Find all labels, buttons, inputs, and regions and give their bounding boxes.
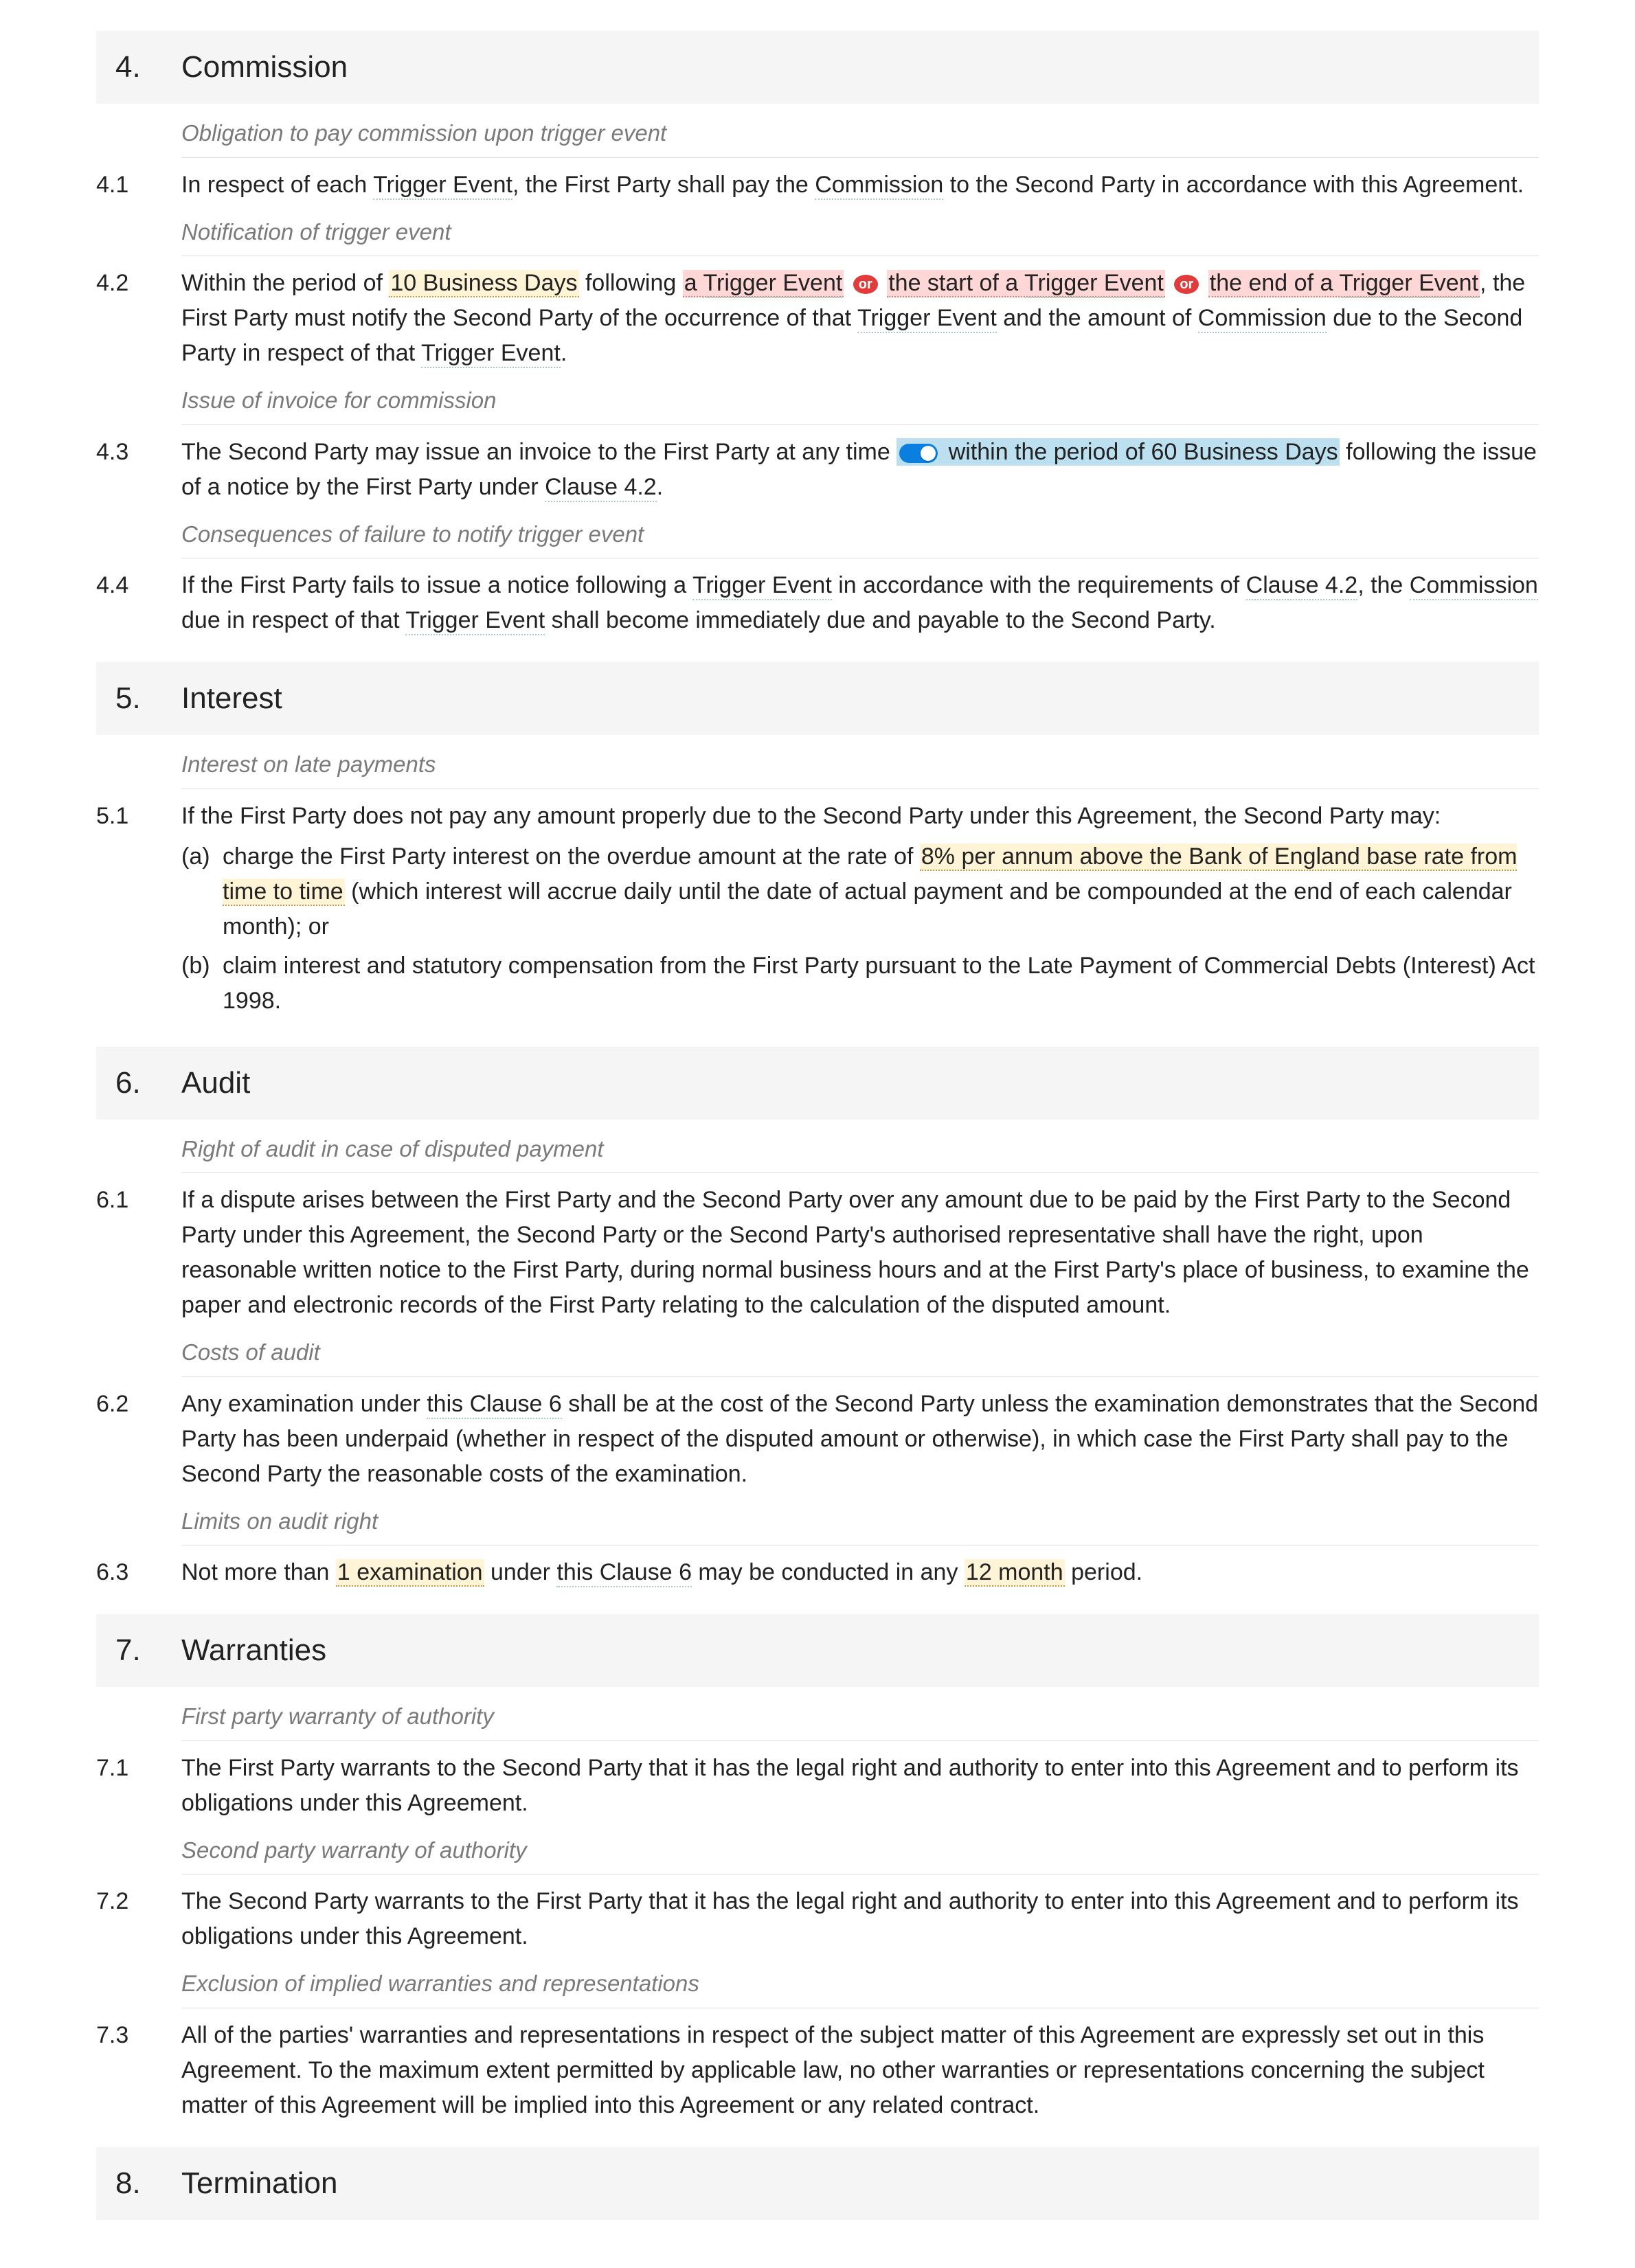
clause-7-2-text: The Second Party warrants to the First P… [181,1884,1539,1954]
alternative-a[interactable]: a Trigger Event [683,270,844,297]
clause-4-4-text: If the First Party fails to issue a noti… [181,568,1539,638]
subheading-7-a: First party warranty of authority [181,1699,1539,1741]
section-7-number: 7. [115,1628,181,1673]
clause-4-1-number: 4.1 [96,168,181,203]
clause-4-2: 4.2 Within the period of 10 Business Day… [96,266,1539,371]
clause-4-3: 4.3 The Second Party may issue an invoic… [96,435,1539,505]
clause-5-1-text: If the First Party does not pay any amou… [181,799,1539,1023]
clause-ref-6[interactable]: this Clause 6 [556,1559,692,1587]
clause-5-1: 5.1 If the First Party does not pay any … [96,799,1539,1023]
clause-7-2-number: 7.2 [96,1884,181,1954]
defined-term-trigger-event[interactable]: Trigger Event [692,572,832,600]
section-5-header: 5. Interest [96,662,1539,735]
section-7-title: Warranties [181,1628,326,1673]
clause-6-2: 6.2 Any examination under this Clause 6 … [96,1387,1539,1492]
clause-7-2: 7.2 The Second Party warrants to the Fir… [96,1884,1539,1954]
optional-toggle[interactable] [899,444,938,463]
defined-term-commission[interactable]: Commission [1410,572,1538,600]
or-badge-icon[interactable]: or [853,275,878,294]
subheading-6-a: Right of audit in case of disputed payme… [181,1132,1539,1174]
clause-ref-4-2[interactable]: Clause 4.2 [1246,572,1358,600]
defined-term-trigger-event[interactable]: Trigger Event [405,607,545,635]
subheading-4-c: Issue of invoice for commission [181,383,1539,425]
clause-5-1-a: (a) charge the First Party interest on t… [181,839,1539,944]
section-8-number: 8. [115,2161,181,2206]
defined-term-trigger-event[interactable]: Trigger Event [857,305,997,333]
optional-segment-60-days: within the period of 60 Business Days [897,438,1339,466]
clause-4-2-number: 4.2 [96,266,181,371]
clause-5-1-list: (a) charge the First Party interest on t… [181,839,1539,1019]
clause-4-4: 4.4 If the First Party fails to issue a … [96,568,1539,638]
variable-10-business-days[interactable]: 10 Business Days [389,270,578,297]
or-badge-icon[interactable]: or [1174,275,1199,294]
clause-6-2-number: 6.2 [96,1387,181,1492]
clause-7-1-number: 7.1 [96,1751,181,1821]
clause-4-3-text: The Second Party may issue an invoice to… [181,435,1539,505]
defined-term-trigger-event[interactable]: Trigger Event [421,340,561,368]
clause-ref-4-2[interactable]: Clause 4.2 [545,474,657,502]
section-4-header: 4. Commission [96,31,1539,104]
section-8-title: Termination [181,2161,337,2206]
section-8-header: 8. Termination [96,2147,1539,2220]
defined-term-trigger-event[interactable]: Trigger Event [373,172,512,200]
section-4-title: Commission [181,45,348,90]
clause-6-3-text: Not more than 1 examination under this C… [181,1555,1539,1590]
alternative-c[interactable]: the end of a Trigger Event [1208,270,1480,297]
clause-6-1: 6.1 If a dispute arises between the Firs… [96,1183,1539,1323]
clause-6-2-text: Any examination under this Clause 6 shal… [181,1387,1539,1492]
section-7-header: 7. Warranties [96,1614,1539,1687]
section-6-title: Audit [181,1061,250,1106]
section-5-title: Interest [181,676,282,721]
subheading-6-b: Costs of audit [181,1335,1539,1377]
subheading-4-d: Consequences of failure to notify trigge… [181,517,1539,559]
clause-5-1-number: 5.1 [96,799,181,1023]
clause-7-3-number: 7.3 [96,2018,181,2123]
clause-6-3-number: 6.3 [96,1555,181,1590]
subheading-4-b: Notification of trigger event [181,215,1539,257]
subheading-6-c: Limits on audit right [181,1504,1539,1546]
clause-6-3: 6.3 Not more than 1 examination under th… [96,1555,1539,1590]
clause-6-1-text: If a dispute arises between the First Pa… [181,1183,1539,1323]
clause-4-1-text: In respect of each Trigger Event, the Fi… [181,168,1539,203]
variable-12-month[interactable]: 12 month [965,1559,1065,1587]
defined-term-commission[interactable]: Commission [815,172,943,200]
clause-7-3-text: All of the parties' warranties and repre… [181,2018,1539,2123]
section-5-number: 5. [115,676,181,721]
clause-4-3-number: 4.3 [96,435,181,505]
variable-1-examination[interactable]: 1 examination [336,1559,484,1587]
clause-7-3: 7.3 All of the parties' warranties and r… [96,2018,1539,2123]
toggle-track [899,444,938,463]
clause-6-1-number: 6.1 [96,1183,181,1323]
clause-4-1: 4.1 In respect of each Trigger Event, th… [96,168,1539,203]
clause-7-1-text: The First Party warrants to the Second P… [181,1751,1539,1821]
clause-4-2-text: Within the period of 10 Business Days fo… [181,266,1539,371]
section-6-header: 6. Audit [96,1047,1539,1120]
subheading-7-c: Exclusion of implied warranties and repr… [181,1966,1539,2008]
alternative-b[interactable]: the start of a Trigger Event [887,270,1165,297]
clause-ref-6[interactable]: this Clause 6 [427,1391,562,1419]
clause-5-1-b: (b) claim interest and statutory compens… [181,949,1539,1019]
section-4-number: 4. [115,45,181,90]
clause-7-1: 7.1 The First Party warrants to the Seco… [96,1751,1539,1821]
defined-term-commission[interactable]: Commission [1198,305,1327,333]
subheading-4-a: Obligation to pay commission upon trigge… [181,116,1539,158]
subheading-5-a: Interest on late payments [181,747,1539,789]
section-6-number: 6. [115,1061,181,1106]
subheading-7-b: Second party warranty of authority [181,1833,1539,1875]
toggle-thumb [921,446,936,461]
clause-4-4-number: 4.4 [96,568,181,638]
